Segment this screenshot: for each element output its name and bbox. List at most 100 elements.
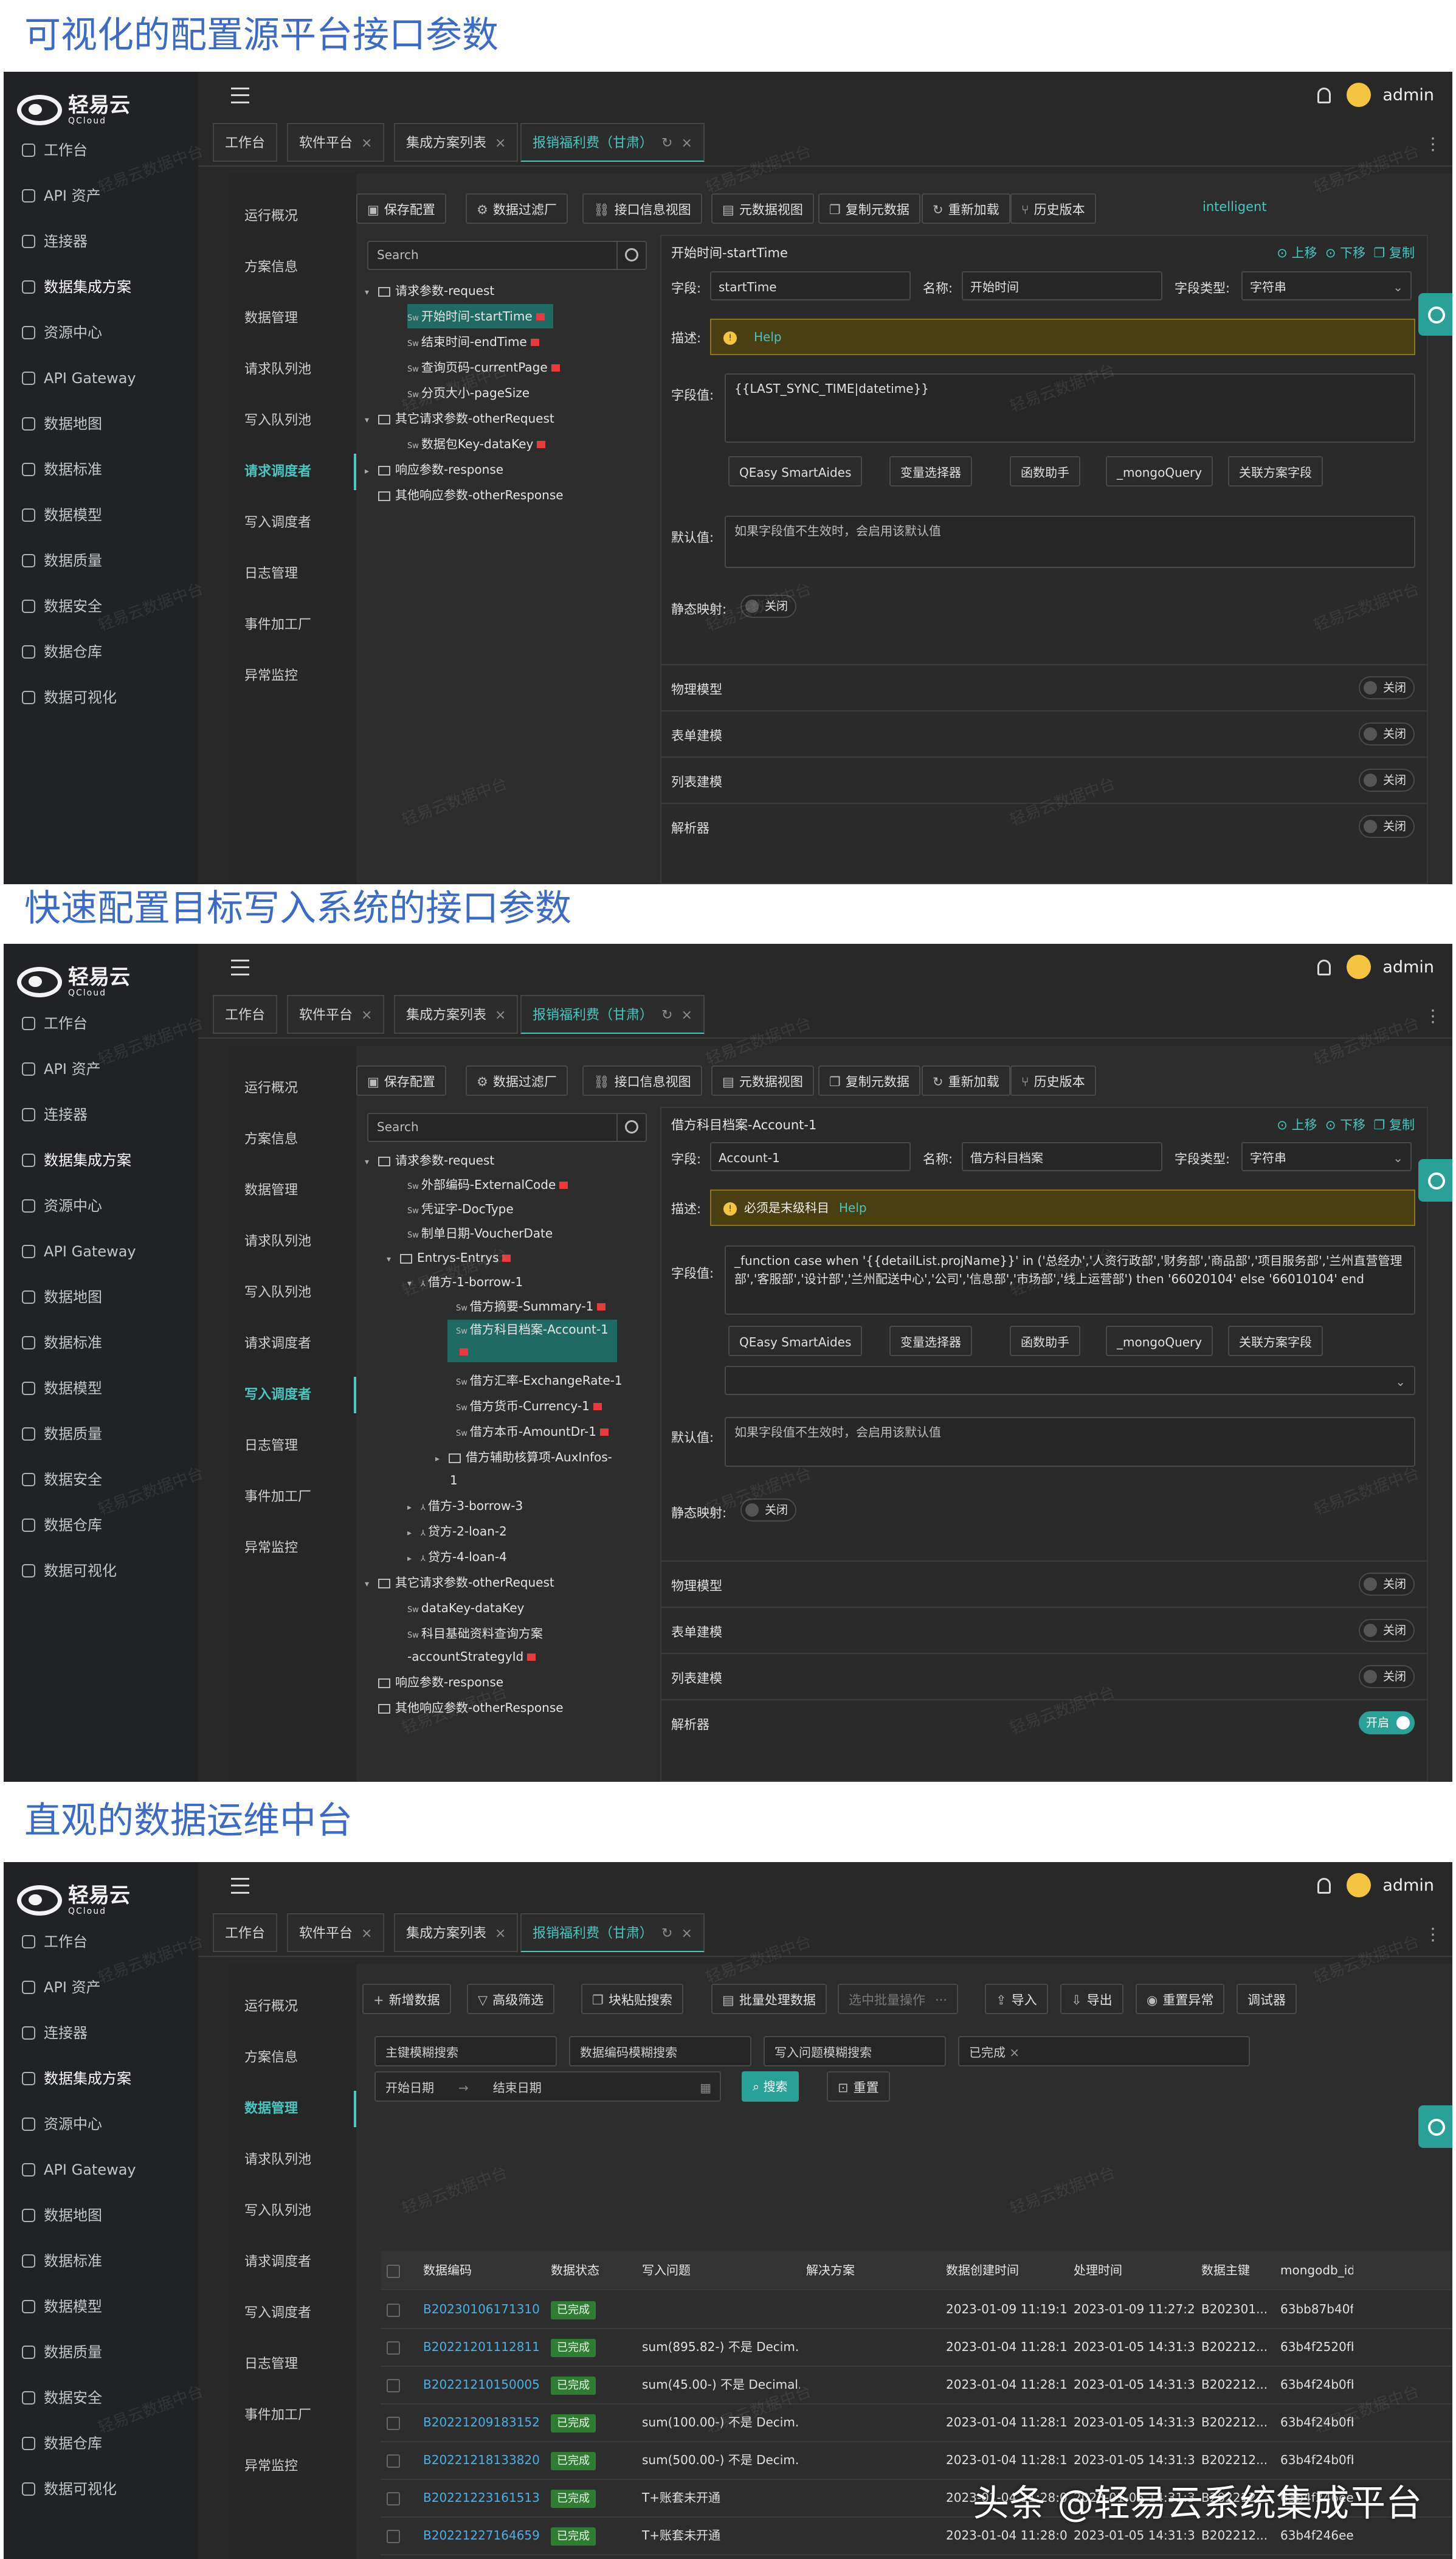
metadata-view-button[interactable]: ▤ 元数据视图 [711,193,814,224]
smart-aides-button[interactable]: QEasy SmartAides [728,1326,863,1356]
more-icon[interactable]: ⋮ [1424,1924,1441,1944]
subnav-item[interactable]: 请求队列池 [244,2142,311,2178]
row-checkbox[interactable] [381,2554,417,2559]
interface-view-button[interactable]: ⛓ 接口信息视图 [582,193,702,224]
notification-bell-icon[interactable] [1317,960,1331,975]
refresh-icon[interactable]: ↻ [661,136,672,151]
tree-node[interactable]: Sw 结束时间-endTime [407,330,539,354]
search-input[interactable]: Search [367,1113,647,1142]
form-model-toggle[interactable]: 关闭 [1359,1619,1415,1642]
type-select[interactable]: 字符串 ⌄ [1241,271,1412,300]
default-textarea[interactable]: 如果字段值不生效时，会启用该默认值 [725,1417,1415,1467]
tree-node[interactable]: Sw 数据包Key-dataKey [407,432,546,456]
column-header[interactable]: 解决方案 [800,2251,940,2289]
save-config-button[interactable]: ▣ 保存配置 [356,1065,446,1096]
table-row[interactable]: B20221201112811 已完成 sum(895.82-) 不是 Decim.… [381,2328,1452,2367]
tree-node[interactable]: Sw 借方摘要-Summary-1 [456,1294,606,1318]
checkbox[interactable] [387,2529,400,2543]
variable-selector-button[interactable]: 变量选择器 [889,456,972,487]
tree-node-selected[interactable]: Sw 借方科目档案-Account-1 [447,1320,617,1362]
column-header[interactable]: 数据创建时间 [940,2251,1068,2289]
notification-bell-icon[interactable] [1317,88,1331,103]
subnav-item[interactable]: 数据管理 [244,1172,298,1209]
smart-aides-button[interactable]: QEasy SmartAides [728,456,863,487]
function-helper-button[interactable]: 函数助手 [1010,456,1080,487]
related-field-button[interactable]: 关联方案字段 [1228,1326,1323,1356]
parser-toggle[interactable]: 开启 [1359,1711,1415,1734]
sidebar-item-warehouse[interactable]: 数据仓库 [22,631,102,673]
settings-gear-icon[interactable] [1418,2105,1452,2148]
data-code-link[interactable]: B20221223161513 [423,2490,540,2505]
reset-errors-button[interactable]: ◉ 重置异常 [1136,1984,1225,2014]
table-cell[interactable]: B20221210150005 [417,2366,545,2403]
parser-toggle[interactable]: 关闭 [1359,815,1415,838]
tab-reimburse[interactable]: 报销福利费（甘肃） ↻ × [520,123,705,162]
intelligent-tag[interactable]: intelligent [1202,199,1267,214]
history-button[interactable]: ⑂ 历史版本 [1010,1065,1096,1096]
tab-workbench[interactable]: 工作台 [213,123,278,162]
row-checkbox[interactable] [381,2366,417,2403]
checkbox[interactable] [387,2454,400,2468]
data-filter-button[interactable]: ⚙ 数据过滤厂 [466,1065,568,1096]
table-cell[interactable]: B20221218133820 [417,2441,545,2479]
mongo-query-button[interactable]: _mongoQuery [1106,1326,1213,1356]
subnav-item[interactable]: 运行概况 [244,1989,298,2025]
move-down-button[interactable]: ⊙ 下移 [1325,1118,1365,1132]
sidebar-item-workbench[interactable]: 工作台 [22,1002,88,1045]
batch-process-button[interactable]: ▤ 批量处理数据 [711,1984,827,2014]
subnav-item[interactable]: 方案信息 [244,2040,298,2076]
sidebar-item-integration[interactable]: 数据集成方案 [22,2057,131,2100]
data-code-link[interactable]: B20221209183152 [423,2415,540,2429]
close-icon[interactable]: × [495,136,506,151]
mongo-query-button[interactable]: _mongoQuery [1106,456,1213,487]
column-header[interactable]: 写入问题 [636,2251,800,2289]
tab-software[interactable]: 软件平台 × [287,123,385,162]
sidebar-item-data-map[interactable]: 数据地图 [22,403,102,445]
close-icon[interactable]: × [681,1008,692,1023]
tree-node[interactable]: Sw 借方汇率-ExchangeRate-1 [456,1368,623,1393]
username[interactable]: admin [1382,1874,1434,1897]
subnav-item[interactable]: 日志管理 [244,1428,298,1464]
copy-button[interactable]: ❐ 复制 [1373,1118,1415,1132]
subnav-item[interactable]: 写入队列池 [244,2193,311,2229]
sidebar-item-connectors[interactable]: 连接器 [22,2012,88,2054]
avatar[interactable] [1347,1873,1371,1897]
search-button[interactable]: ⌕ 搜索 [742,2071,799,2102]
add-data-button[interactable]: + 新增数据 [362,1984,451,2014]
batch-selected-button[interactable]: 选中批量操作 ··· [838,1984,959,2014]
subnav-item[interactable]: 数据管理 [244,300,298,337]
tab-software[interactable]: 软件平台 × [287,995,385,1034]
subnav-item[interactable]: 请求队列池 [244,1224,311,1260]
paste-search-button[interactable]: ❐ 块粘贴搜索 [581,1984,683,2014]
data-code-link[interactable]: B20221218133820 [423,2453,540,2467]
debugger-button[interactable]: 调试器 [1237,1984,1297,2014]
checkbox[interactable] [387,2416,400,2430]
column-header[interactable]: 数据状态 [545,2251,636,2289]
field-input[interactable]: startTime [710,271,911,300]
import-button[interactable]: ⇪ 导入 [985,1984,1048,2014]
search-icon[interactable] [616,1114,646,1141]
reset-button[interactable]: ⊡ 重置 [827,2071,890,2102]
table-cell[interactable]: B20221227164659 [417,2516,545,2554]
table-row[interactable]: B20221230145741已完成T+账套未开通 2023-01-04 11:2… [381,2554,1452,2559]
reload-button[interactable]: ↻ 重新加载 [922,1065,1010,1096]
tab-workbench[interactable]: 工作台 [213,1913,278,1952]
refresh-icon[interactable]: ↻ [661,1926,672,1941]
sidebar-item-data-map[interactable]: 数据地图 [22,2194,102,2237]
sidebar-item-standards[interactable]: 数据标准 [22,1321,102,1364]
tree-node[interactable]: ▸ 响应参数-response [365,457,503,482]
related-field-button[interactable]: 关联方案字段 [1228,456,1323,487]
close-icon[interactable]: × [681,136,692,151]
close-icon[interactable]: × [495,1008,506,1023]
table-cell[interactable]: B20221209183152 [417,2403,545,2441]
subnav-item[interactable]: 日志管理 [244,556,298,592]
help-link[interactable]: Help [754,330,782,344]
table-cell[interactable]: B20221230145741 [417,2554,545,2559]
data-code-link[interactable]: B20221201112811 [423,2339,540,2354]
close-icon[interactable]: × [1009,2045,1020,2060]
username[interactable]: admin [1382,84,1434,107]
subnav-item[interactable]: 异常监控 [244,1530,298,1567]
sidebar-item-security[interactable]: 数据安全 [22,2377,102,2419]
column-header[interactable]: 处理时间 [1068,2251,1195,2289]
subnav-item[interactable]: 方案信息 [244,249,298,286]
